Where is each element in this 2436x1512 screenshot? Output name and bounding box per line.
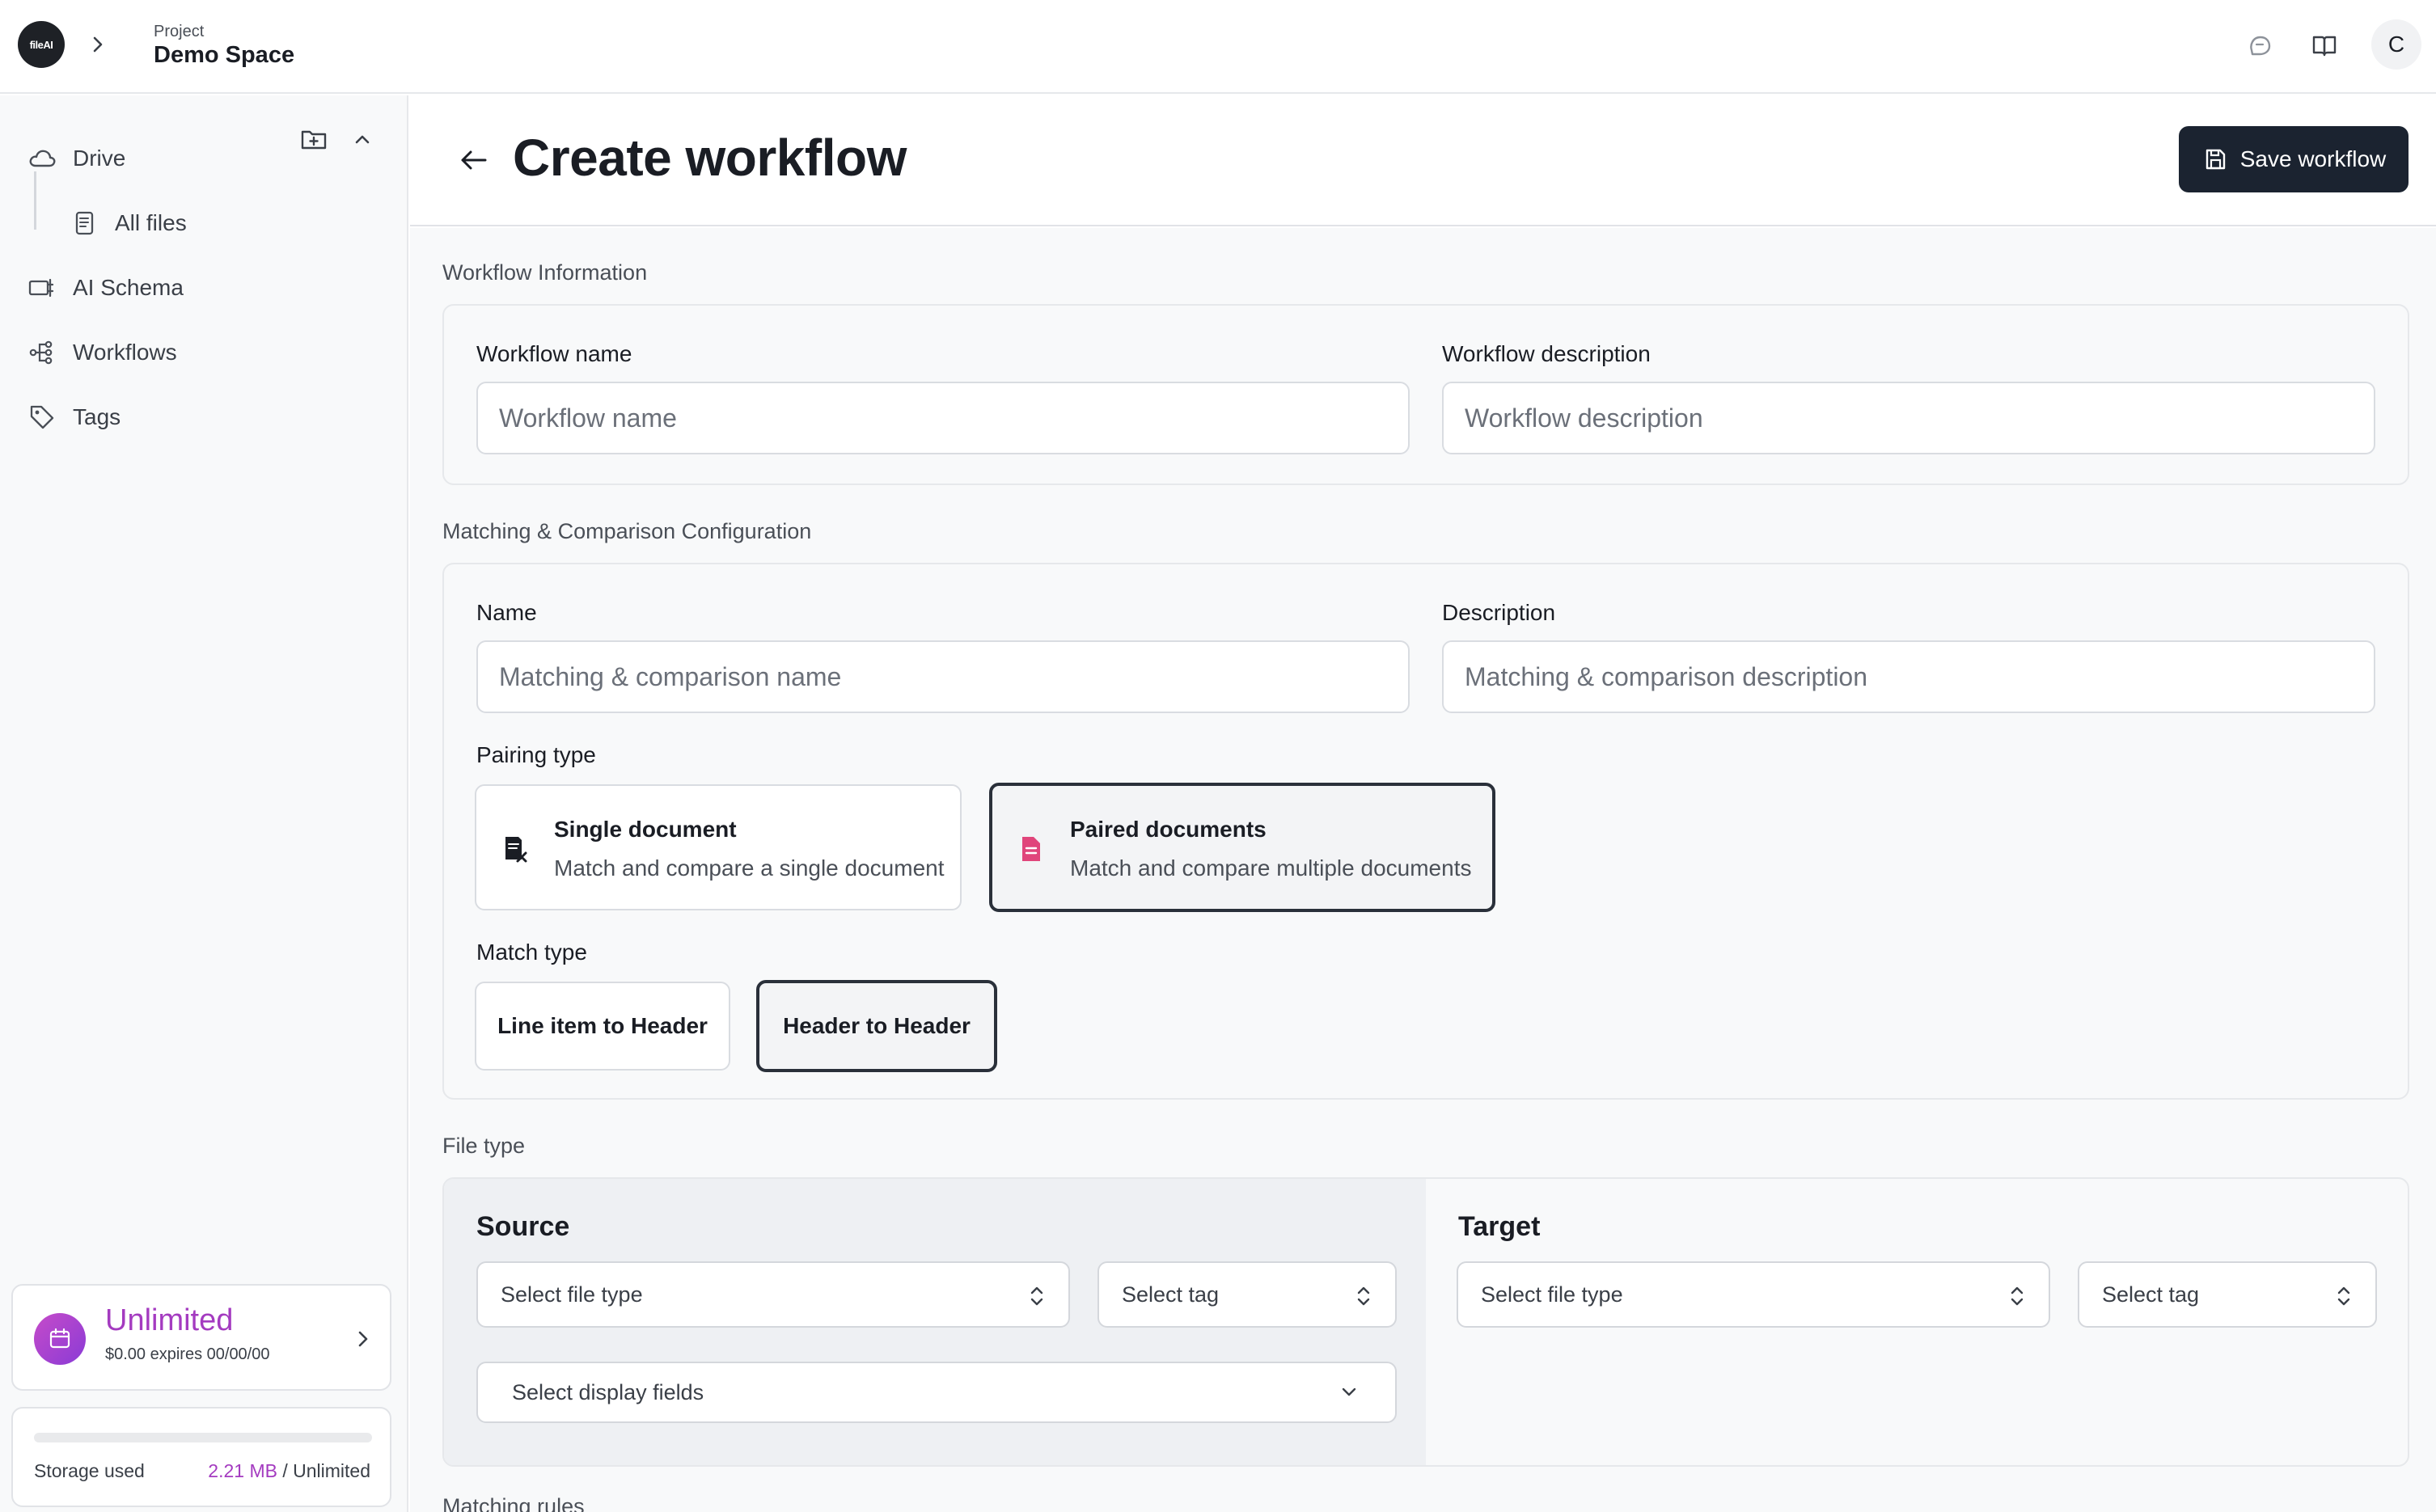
chevron-up-down-icon: [1357, 1286, 1370, 1306]
source-tag-select[interactable]: Select tag: [1097, 1261, 1397, 1328]
sidebar-item-all-files[interactable]: All files: [68, 202, 187, 244]
app-logo[interactable]: fileAI: [18, 21, 65, 68]
select-value: Select display fields: [512, 1379, 704, 1404]
workflow-name-label: Workflow name: [476, 341, 632, 366]
pairing-option-description: Match and compare multiple documents: [1070, 855, 1472, 881]
sidebar-item-ai-schema[interactable]: AI Schema: [26, 267, 184, 309]
user-avatar[interactable]: C: [2371, 19, 2421, 70]
file-type-panel: Source Select file type Select tag Selec…: [442, 1177, 2409, 1467]
plan-card[interactable]: Unlimited $0.00 expires 00/00/00: [11, 1284, 391, 1391]
chevron-up-down-icon: [2337, 1286, 2350, 1306]
workflow-name-input[interactable]: Workflow name: [476, 382, 1410, 454]
matching-name-label: Name: [476, 600, 537, 625]
target-file-type-select[interactable]: Select file type: [1457, 1261, 2050, 1328]
match-type-line-item-to-header[interactable]: Line item to Header: [475, 982, 730, 1071]
source-file-type-select[interactable]: Select file type: [476, 1261, 1070, 1328]
save-button-label: Save workflow: [2239, 146, 2387, 171]
pairing-option-paired[interactable]: Paired documents Match and compare multi…: [989, 783, 1495, 912]
workflow-description-label: Workflow description: [1442, 341, 1651, 366]
target-tag-select[interactable]: Select tag: [2078, 1261, 2377, 1328]
chevron-up-down-icon: [1030, 1286, 1043, 1306]
book-icon[interactable]: [2307, 27, 2342, 63]
avatar-letter: C: [2387, 32, 2405, 57]
section-label-matching: Matching & Comparison Configuration: [442, 519, 812, 543]
storage-total: / Unlimited: [282, 1460, 370, 1481]
new-folder-icon[interactable]: [296, 121, 332, 157]
match-type-header-to-header[interactable]: Header to Header: [756, 980, 997, 1072]
chevron-up-down-icon: [2011, 1286, 2024, 1306]
calendar-icon: [34, 1313, 86, 1365]
sidebar-item-drive[interactable]: Drive: [26, 137, 125, 179]
workflow-icon: [26, 336, 58, 369]
pairing-option-title: Single document: [554, 817, 737, 842]
schema-icon: [26, 272, 58, 304]
sidebar-item-label: AI Schema: [73, 275, 184, 300]
select-value: Select tag: [1122, 1282, 1220, 1307]
file-icon: [68, 207, 100, 239]
storage-card: Storage used 2.21 MB / Unlimited: [11, 1407, 391, 1507]
tree-line: [34, 171, 36, 230]
pairing-type-label: Pairing type: [476, 742, 596, 767]
storage-label: Storage used: [34, 1460, 145, 1481]
sidebar-item-tags[interactable]: Tags: [26, 396, 121, 438]
chevron-right-icon: [358, 1331, 368, 1347]
main-content: Workflow Information Workflow name Workf…: [410, 228, 2436, 1512]
sidebar-item-workflows[interactable]: Workflows: [26, 332, 177, 374]
chevron-up-icon[interactable]: [345, 121, 380, 157]
chevron-right-icon[interactable]: [89, 31, 107, 58]
chevron-down-icon: [1342, 1387, 1356, 1396]
sidebar-item-label: Tags: [73, 404, 121, 429]
select-value: Select file type: [1481, 1282, 1623, 1307]
source-heading: Source: [476, 1211, 570, 1242]
workflow-info-panel: Workflow name Workflow name Workflow des…: [442, 304, 2409, 485]
target-heading: Target: [1458, 1211, 1541, 1242]
section-label-file-type: File type: [442, 1134, 526, 1158]
chat-bubble-icon[interactable]: [2242, 27, 2277, 63]
select-value: Select tag: [2102, 1282, 2200, 1307]
source-display-fields-select[interactable]: Select display fields: [476, 1362, 1397, 1423]
logo-text: fileAI: [29, 38, 53, 51]
sidebar-item-label: All files: [115, 210, 187, 235]
select-value: Select file type: [501, 1282, 643, 1307]
sidebar: Drive All files AI Schema Workflows Tags: [0, 95, 408, 1512]
match-type-label: Match type: [476, 940, 587, 965]
section-label-matching-rules: Matching rules: [442, 1494, 585, 1512]
pairing-option-description: Match and compare a single document: [554, 855, 945, 881]
matching-description-label: Description: [1442, 600, 1556, 625]
source-column: Source Select file type Select tag Selec…: [444, 1179, 1426, 1465]
section-label-workflow-info: Workflow Information: [442, 260, 648, 285]
storage-value: 2.21 MB / Unlimited: [208, 1460, 370, 1482]
tag-icon: [26, 401, 58, 433]
page-title: Create workflow: [513, 129, 907, 187]
save-workflow-button[interactable]: Save workflow: [2179, 126, 2409, 192]
sidebar-item-label: Drive: [73, 146, 126, 171]
plan-title: Unlimited: [105, 1303, 234, 1337]
document-x-icon: [501, 833, 530, 865]
pairing-option-title: Paired documents: [1070, 817, 1267, 842]
sidebar-item-label: Workflows: [73, 340, 177, 365]
document-icon: [1017, 833, 1046, 865]
matching-name-input[interactable]: Matching & comparison name: [476, 640, 1410, 713]
workflow-description-input[interactable]: Workflow description: [1442, 382, 2375, 454]
plan-subtitle: $0.00 expires 00/00/00: [105, 1345, 270, 1363]
storage-used: 2.21 MB: [208, 1460, 277, 1481]
save-icon: [2201, 146, 2229, 173]
pairing-option-single[interactable]: Single document Match and compare a sing…: [475, 784, 962, 910]
storage-progress-bar: [34, 1433, 372, 1442]
project-name[interactable]: Demo Space: [154, 42, 294, 69]
matching-panel: Name Matching & comparison name Descript…: [442, 563, 2409, 1100]
cloud-icon: [26, 142, 58, 175]
matching-description-input[interactable]: Matching & comparison description: [1442, 640, 2375, 713]
top-bar: fileAI Project Demo Space C: [0, 0, 2436, 94]
project-label: Project: [154, 23, 205, 40]
arrow-left-icon[interactable]: [453, 142, 495, 178]
